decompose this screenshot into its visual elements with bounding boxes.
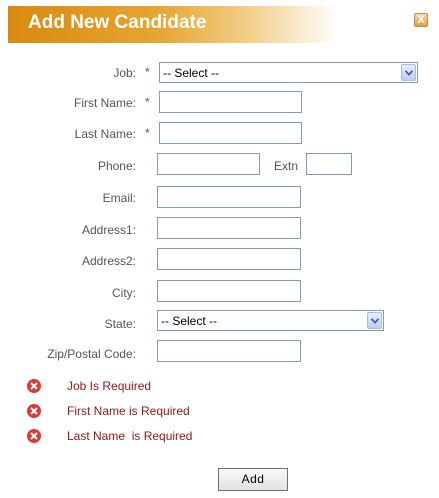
close-button[interactable]: X — [414, 13, 428, 27]
last-name-required-mark: * — [145, 126, 150, 140]
phone-field[interactable] — [157, 153, 260, 175]
extn-field[interactable] — [306, 153, 352, 175]
first-name-required-mark: * — [145, 95, 150, 109]
zip-label: Zip/Postal Code: — [47, 347, 136, 361]
chevron-down-icon[interactable] — [367, 312, 382, 329]
job-required-mark: * — [145, 65, 150, 79]
email-field[interactable] — [157, 186, 301, 208]
state-label: State: — [104, 317, 136, 331]
last-name-label: Last Name: — [74, 127, 136, 141]
add-button[interactable]: Add — [218, 468, 288, 491]
address1-label: Address1: — [81, 223, 136, 237]
phone-label: Phone: — [97, 159, 136, 173]
job-select[interactable]: -- Select -- — [159, 62, 418, 83]
error-text: First Name is Required — [67, 404, 190, 418]
state-select[interactable]: -- Select -- — [157, 310, 384, 331]
city-field[interactable] — [157, 280, 301, 302]
chevron-down-icon[interactable] — [401, 64, 416, 81]
address2-label: Address2: — [81, 254, 136, 268]
state-select-value: -- Select -- — [161, 314, 218, 328]
dialog-header: Add New Candidate — [8, 6, 338, 43]
job-label: Job: — [113, 66, 136, 80]
error-x-icon — [27, 429, 41, 443]
address2-field[interactable] — [157, 248, 301, 270]
city-label: City: — [112, 286, 136, 300]
error-text: Last Name is Required — [67, 429, 193, 443]
first-name-label: First Name: — [73, 96, 136, 110]
dialog-title: Add New Candidate — [28, 12, 207, 33]
email-label: Email: — [102, 191, 136, 205]
extn-label: Extn — [274, 159, 299, 173]
error-x-icon — [27, 404, 41, 418]
error-x-icon — [27, 379, 41, 393]
first-name-field[interactable] — [159, 91, 302, 113]
error-text: Job Is Required — [67, 379, 152, 393]
address1-field[interactable] — [157, 217, 301, 239]
close-icon: X — [417, 14, 425, 26]
last-name-field[interactable] — [159, 122, 302, 144]
zip-field[interactable] — [157, 340, 301, 362]
job-select-value: -- Select -- — [163, 66, 220, 80]
